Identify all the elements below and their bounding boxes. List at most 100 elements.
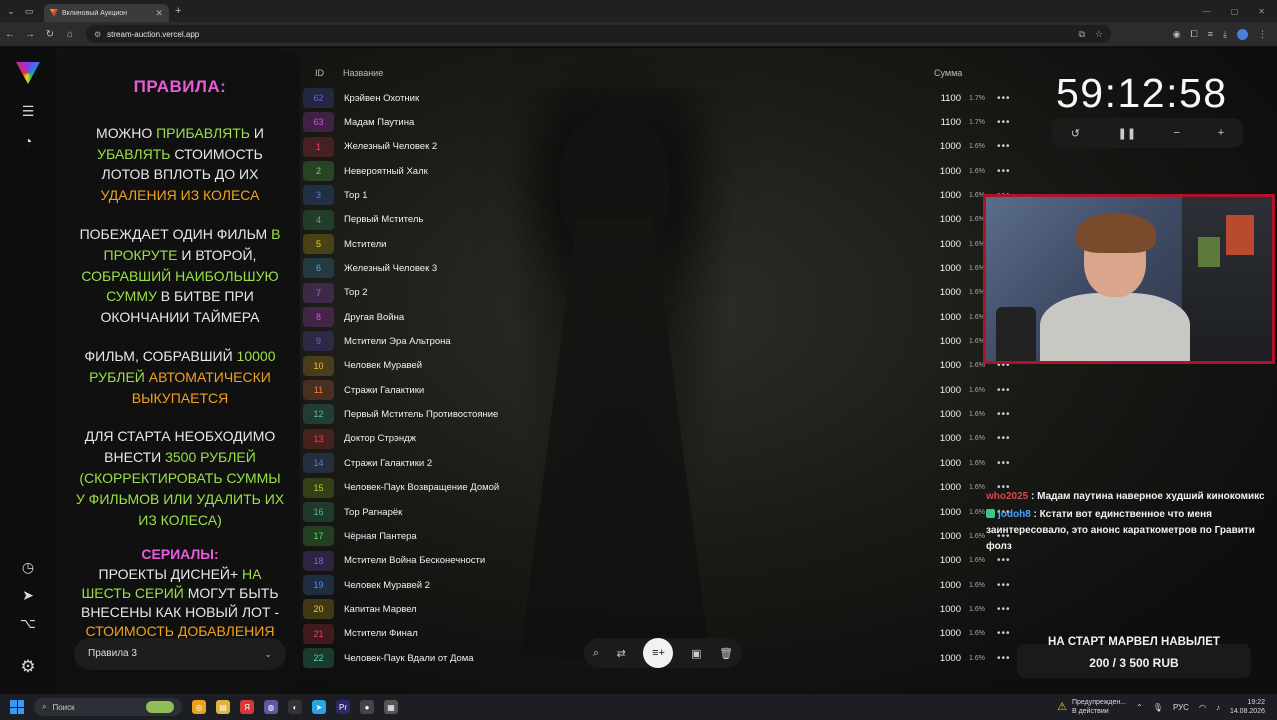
lot-sum[interactable]: 1000 (923, 287, 961, 298)
browser-tab-active[interactable]: Вклиновый Аукцион ✕ (44, 4, 169, 22)
lot-sum[interactable]: 1000 (923, 141, 961, 152)
address-bar[interactable]: ⚙ stream-auction.vercel.app ⧉ ☆ (86, 25, 1111, 43)
bookmark-star-icon[interactable]: ☆ (1095, 29, 1103, 40)
lot-sum[interactable]: 1000 (923, 482, 961, 493)
lot-name[interactable]: Человек Муравей 2 (344, 580, 430, 591)
lot-name[interactable]: Мстители (344, 239, 387, 250)
lot-name[interactable]: Человек-Паук Возвращение Домой (344, 482, 499, 493)
lot-row[interactable]: 62 Крэйвен Охотник 1100 1.7% ••• (303, 86, 1023, 110)
telegram-icon[interactable]: ➤ (17, 584, 39, 606)
more-options-icon[interactable]: ••• (997, 604, 1011, 615)
lot-name[interactable]: Человек-Паук Вдали от Дома (344, 653, 474, 664)
file-explorer-icon[interactable]: ▤ (216, 700, 230, 714)
lot-name[interactable]: Чёрная Пантера (344, 531, 417, 542)
network-icon[interactable]: ◠ (1199, 703, 1206, 712)
shuffle-icon[interactable]: ⇄ (617, 647, 626, 660)
lot-row[interactable]: 7Тор 210001.6%••• (303, 281, 1023, 305)
lot-sum[interactable]: 1000 (923, 312, 961, 323)
taskbar-search[interactable]: ⌕ Поиск (34, 698, 182, 716)
more-options-icon[interactable]: ••• (997, 580, 1011, 591)
more-options-icon[interactable]: ••• (997, 409, 1011, 420)
lot-name[interactable]: Железный Человек 3 (344, 263, 437, 274)
lot-name[interactable]: Мстители Эра Альтрона (344, 336, 451, 347)
microphone-icon[interactable]: 🎙 (1153, 703, 1163, 712)
lot-name[interactable]: Невероятный Халк (344, 166, 428, 177)
tab-group-icon[interactable]: ▭ (22, 4, 36, 18)
lot-name[interactable]: Мстители Война Бесконечности (344, 555, 485, 566)
forward-icon[interactable]: → (20, 29, 40, 40)
reset-icon[interactable]: ↺ (1071, 127, 1080, 140)
lot-sum[interactable]: 1000 (923, 214, 961, 225)
lot-sum[interactable]: 1000 (923, 458, 961, 469)
close-tab-icon[interactable]: ✕ (155, 8, 163, 19)
lot-row[interactable]: 19 Человек Муравей 2 1000 1.6% ••• (303, 573, 1023, 597)
lot-name[interactable]: Доктор Стрэндж (344, 433, 416, 444)
plus-icon[interactable]: + (1218, 127, 1224, 139)
site-info-icon[interactable]: ⚙ (94, 30, 101, 39)
tab-list-chevron-icon[interactable]: ⌄ (4, 4, 18, 18)
lot-row[interactable]: 5Мстители10001.6%••• (303, 232, 1023, 256)
more-options-icon[interactable]: ••• (997, 653, 1011, 664)
lot-sum[interactable]: 1000 (923, 409, 961, 420)
language-indicator[interactable]: РУС (1173, 703, 1189, 712)
save-icon[interactable]: ▣ (691, 647, 701, 660)
close-window-icon[interactable]: ✕ (1258, 7, 1265, 16)
more-options-icon[interactable]: ••• (997, 117, 1011, 128)
lot-name[interactable]: Стражи Галактики 2 (344, 458, 432, 469)
yandex-icon[interactable]: Я (240, 700, 254, 714)
lot-sum[interactable]: 1000 (923, 653, 961, 664)
windows-start-icon[interactable] (10, 700, 24, 714)
lot-row[interactable]: 12 Первый Мститель Противостояние 1000 1.6%… (303, 402, 1023, 426)
github-icon[interactable]: ⌥ (17, 612, 39, 634)
lot-row[interactable]: 17 Чёрная Пантера 1000 1.6% ••• (303, 524, 1023, 548)
lot-name[interactable]: Капитан Марвел (344, 604, 417, 615)
trash-icon[interactable]: 🗑 (719, 647, 733, 660)
add-lot-icon[interactable]: ≡+ (643, 638, 674, 668)
lot-row[interactable]: 6Железный Человек 310001.6%••• (303, 256, 1023, 280)
rules-preset-select[interactable]: Правила 3 ⌄ (74, 638, 286, 670)
lot-sum[interactable]: 1000 (923, 507, 961, 518)
chrome-icon[interactable]: ◎ (192, 700, 206, 714)
minimize-icon[interactable]: — (1203, 7, 1211, 16)
lot-row[interactable]: 13 Доктор Стрэндж 1000 1.6% ••• (303, 427, 1023, 451)
lot-row[interactable]: 14 Стражи Галактики 2 1000 1.6% ••• (303, 451, 1023, 475)
wheel-icon[interactable]: ◔ (17, 130, 39, 152)
taskbar-clock[interactable]: 19:22 14.08.2026 (1230, 698, 1265, 716)
lot-name[interactable]: Другая Война (344, 312, 404, 323)
more-options-icon[interactable]: ••• (997, 141, 1011, 152)
lot-sum[interactable]: 1100 (923, 117, 961, 128)
lot-sum[interactable]: 1000 (923, 628, 961, 639)
search-icon[interactable]: ⌕ (593, 647, 599, 660)
lot-sum[interactable]: 1000 (923, 604, 961, 615)
more-options-icon[interactable]: ••• (997, 555, 1011, 566)
lot-sum[interactable]: 1000 (923, 239, 961, 250)
lot-name[interactable]: Мстители Финал (344, 628, 418, 639)
lot-name[interactable]: Тор Рагнарёк (344, 507, 402, 518)
lot-name[interactable]: Стражи Галактики (344, 385, 424, 396)
lot-sum[interactable]: 1000 (923, 166, 961, 177)
app-logo[interactable] (16, 62, 40, 84)
lot-sum[interactable]: 1000 (923, 555, 961, 566)
settings-gear-icon[interactable]: ⚙ (17, 656, 39, 678)
download-icon[interactable]: ⤓ (1223, 29, 1227, 40)
extension-icon[interactable]: ◉ (1173, 29, 1181, 40)
lot-name[interactable]: Железный Человек 2 (344, 141, 437, 152)
translate-icon[interactable]: ⧉ (1078, 29, 1084, 40)
obs-icon[interactable]: ● (360, 700, 374, 714)
lot-sum[interactable]: 1000 (923, 531, 961, 542)
maximize-icon[interactable]: ▢ (1231, 7, 1239, 16)
lot-row[interactable]: 20 Капитан Марвел 1000 1.6% ••• (303, 597, 1023, 621)
lot-row[interactable]: 2 Невероятный Халк 1000 1.6% ••• (303, 159, 1023, 183)
more-options-icon[interactable]: ••• (997, 166, 1011, 177)
lot-sum[interactable]: 1000 (923, 433, 961, 444)
history-icon[interactable]: ◷ (17, 556, 39, 578)
lot-row[interactable]: 8Другая Война10001.6%••• (303, 305, 1023, 329)
lot-row[interactable]: 18 Мстители Война Бесконечности 1000 1.6% ••… (303, 549, 1023, 573)
more-options-icon[interactable]: ••• (997, 385, 1011, 396)
lot-row[interactable]: 63 Мадам Паутина 1100 1.7% ••• (303, 110, 1023, 134)
minus-icon[interactable]: − (1174, 127, 1180, 139)
lot-name[interactable]: Человек Муравей (344, 360, 422, 371)
lot-sum[interactable]: 1000 (923, 580, 961, 591)
more-options-icon[interactable]: ••• (997, 93, 1011, 104)
lot-name[interactable]: Мадам Паутина (344, 117, 414, 128)
